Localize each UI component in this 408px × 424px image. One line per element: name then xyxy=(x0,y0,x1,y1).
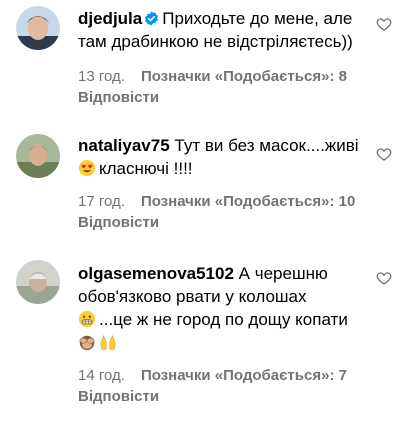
comment-text: djedjula Приходьте до мене, але там драби… xyxy=(78,7,378,53)
reply-button[interactable]: Відповісти xyxy=(78,212,378,233)
comment-likes[interactable]: Позначки «Подобається»: 10 xyxy=(141,193,355,210)
comment-username[interactable]: nataliyav75 xyxy=(78,136,170,155)
comment-meta: 17 год. Позначки «Подобається»: 10 xyxy=(78,192,378,212)
comment-emoji-line xyxy=(78,331,378,354)
reply-button[interactable]: Відповісти xyxy=(78,386,378,407)
verified-badge-icon xyxy=(145,11,159,26)
comment-meta: 13 год. Позначки «Подобається»: 8 xyxy=(78,67,378,87)
comment-likes[interactable]: Позначки «Подобається»: 8 xyxy=(141,68,347,85)
comment-text: olgasemenova5102 А черешню обов'язково р… xyxy=(78,262,368,308)
grimacing-emoji-icon xyxy=(78,310,96,328)
comment-username[interactable]: djedjula xyxy=(78,9,142,28)
heart-outline-icon[interactable] xyxy=(376,16,392,32)
avatar[interactable] xyxy=(16,260,60,304)
reply-button[interactable]: Відповісти xyxy=(78,87,378,108)
raising-hands-emoji-icon xyxy=(100,334,116,350)
comment-time[interactable]: 17 год. xyxy=(78,193,125,210)
comment-time[interactable]: 14 год. xyxy=(78,367,125,384)
comment-body-line2: класнючі !!!! xyxy=(99,159,193,178)
avatar[interactable] xyxy=(16,134,60,178)
heart-outline-icon[interactable] xyxy=(376,270,392,286)
comment-text-line: ...це ж не город по дощу копати xyxy=(78,308,378,331)
comment-username[interactable]: olgasemenova5102 xyxy=(78,264,234,283)
avatar[interactable] xyxy=(16,6,60,50)
heart-outline-icon[interactable] xyxy=(376,146,392,162)
comment-body-line2: ...це ж не город по дощу копати xyxy=(99,310,348,329)
see-no-evil-monkey-emoji-icon xyxy=(79,335,95,351)
heart-eyes-emoji-icon xyxy=(78,159,96,177)
comment-text-line: класнючі !!!! xyxy=(78,157,378,180)
comment-body: Тут ви без масок....живі xyxy=(174,136,359,155)
comment-time[interactable]: 13 год. xyxy=(78,68,125,85)
comment-text: nataliyav75 Тут ви без масок....живі xyxy=(78,134,378,157)
comment-meta: 14 год. Позначки «Подобається»: 7 xyxy=(78,366,378,386)
comment-likes[interactable]: Позначки «Подобається»: 7 xyxy=(141,367,347,384)
